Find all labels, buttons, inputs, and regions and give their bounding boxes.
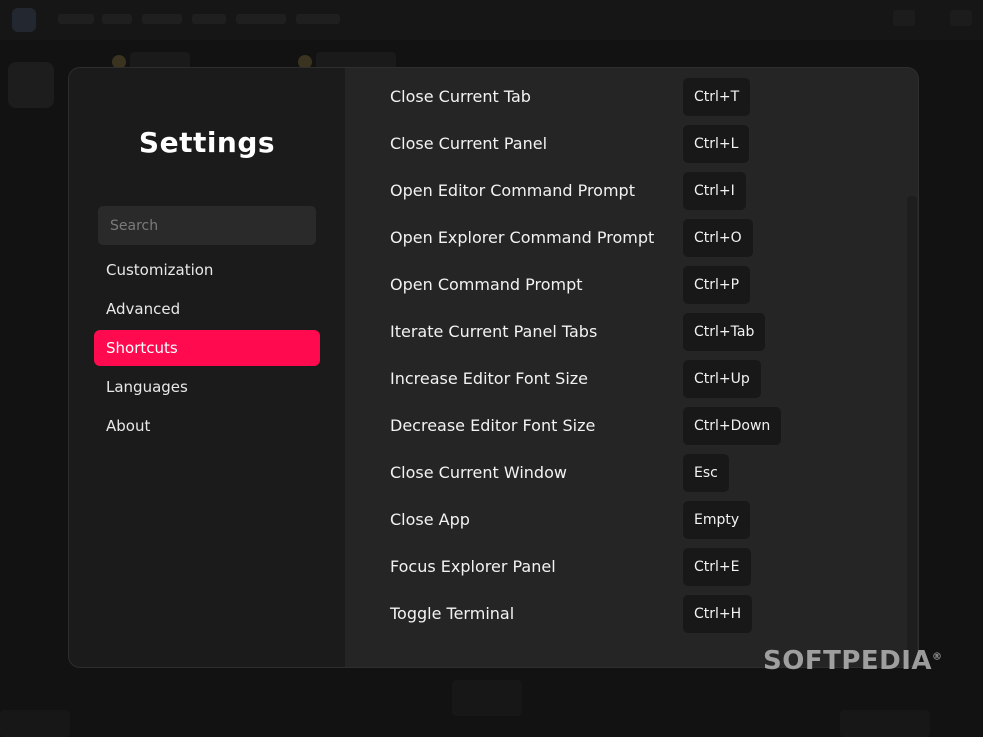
shortcut-label: Close Current Panel: [390, 134, 548, 153]
shortcut-label: Open Editor Command Prompt: [390, 181, 635, 200]
background-window-button: [950, 10, 972, 26]
sidebar-item-label: Customization: [106, 261, 214, 279]
registered-mark: ®: [932, 651, 943, 663]
background-menu-item: [192, 14, 226, 24]
shortcuts-panel: Close Current Tab Ctrl+T Close Current P…: [345, 68, 918, 667]
background-app-logo: [12, 8, 36, 32]
shortcut-row: Decrease Editor Font Size Ctrl+Down: [345, 406, 918, 446]
shortcut-key-button[interactable]: Ctrl+Down: [683, 407, 782, 445]
shortcut-label: Focus Explorer Panel: [390, 557, 556, 576]
background-menu-item: [102, 14, 132, 24]
shortcut-key-button[interactable]: Ctrl+H: [683, 595, 753, 633]
watermark-text: SOFTPEDIA: [763, 646, 933, 676]
shortcut-label: Close App: [390, 510, 470, 529]
shortcut-key-button[interactable]: Esc: [683, 454, 729, 492]
background-menu-item: [142, 14, 182, 24]
background-toolbar-button: [8, 62, 54, 108]
shortcut-key-button[interactable]: Ctrl+Up: [683, 360, 761, 398]
shortcut-row: Toggle Terminal Ctrl+H: [345, 594, 918, 634]
sidebar-item-about[interactable]: About: [94, 408, 320, 444]
shortcut-row: Close Current Tab Ctrl+T: [345, 77, 918, 117]
sidebar-item-advanced[interactable]: Advanced: [94, 291, 320, 327]
background-status-block: [0, 710, 70, 737]
background-status-block: [452, 680, 522, 716]
shortcut-row: Open Command Prompt Ctrl+P: [345, 265, 918, 305]
shortcut-label: Close Current Window: [390, 463, 567, 482]
shortcut-label: Close Current Tab: [390, 87, 531, 106]
shortcut-row: Increase Editor Font Size Ctrl+Up: [345, 359, 918, 399]
shortcut-label: Open Explorer Command Prompt: [390, 228, 655, 247]
shortcut-label: Iterate Current Panel Tabs: [390, 322, 598, 341]
shortcut-row: Focus Explorer Panel Ctrl+E: [345, 547, 918, 587]
settings-title: Settings: [138, 126, 276, 159]
sidebar-item-label: Shortcuts: [106, 339, 178, 357]
sidebar-item-customization[interactable]: Customization: [94, 252, 320, 288]
shortcut-key-button[interactable]: Ctrl+Tab: [683, 313, 766, 351]
shortcut-row: Close Current Panel Ctrl+L: [345, 124, 918, 164]
shortcut-key-button[interactable]: Ctrl+T: [683, 78, 751, 116]
shortcut-row: Close App Empty: [345, 500, 918, 540]
vertical-scrollbar[interactable]: [907, 196, 917, 666]
shortcut-key-button[interactable]: Ctrl+O: [683, 219, 753, 257]
shortcut-label: Increase Editor Font Size: [390, 369, 588, 388]
sidebar-item-shortcuts[interactable]: Shortcuts: [94, 330, 320, 366]
shortcut-row: Close Current Window Esc: [345, 453, 918, 493]
sidebar-item-label: Advanced: [106, 300, 181, 318]
settings-sidebar: Settings Customization Advanced Shortcut…: [69, 68, 345, 667]
background-status-block: [840, 710, 930, 737]
background-menu-item: [58, 14, 94, 24]
shortcut-key-button[interactable]: Ctrl+L: [683, 125, 750, 163]
search-input[interactable]: [98, 206, 316, 245]
sidebar-item-languages[interactable]: Languages: [94, 369, 320, 405]
shortcut-row: Open Editor Command Prompt Ctrl+I: [345, 171, 918, 211]
shortcut-key-button[interactable]: Empty: [683, 501, 751, 539]
sidebar-item-label: Languages: [106, 378, 188, 396]
shortcut-key-button[interactable]: Ctrl+E: [683, 548, 751, 586]
softpedia-watermark: SOFTPEDIA®: [763, 646, 943, 676]
shortcut-row: Iterate Current Panel Tabs Ctrl+Tab: [345, 312, 918, 352]
shortcut-row: Open Explorer Command Prompt Ctrl+O: [345, 218, 918, 258]
settings-dialog: Settings Customization Advanced Shortcut…: [68, 67, 919, 668]
shortcut-label: Decrease Editor Font Size: [390, 416, 596, 435]
shortcut-label: Toggle Terminal: [390, 604, 515, 623]
shortcut-label: Open Command Prompt: [390, 275, 583, 294]
shortcut-key-button[interactable]: Ctrl+I: [683, 172, 746, 210]
background-menu-item: [296, 14, 340, 24]
background-window-button: [893, 10, 915, 26]
background-menu-item: [236, 14, 286, 24]
sidebar-item-label: About: [106, 417, 151, 435]
shortcut-key-button[interactable]: Ctrl+P: [683, 266, 751, 304]
